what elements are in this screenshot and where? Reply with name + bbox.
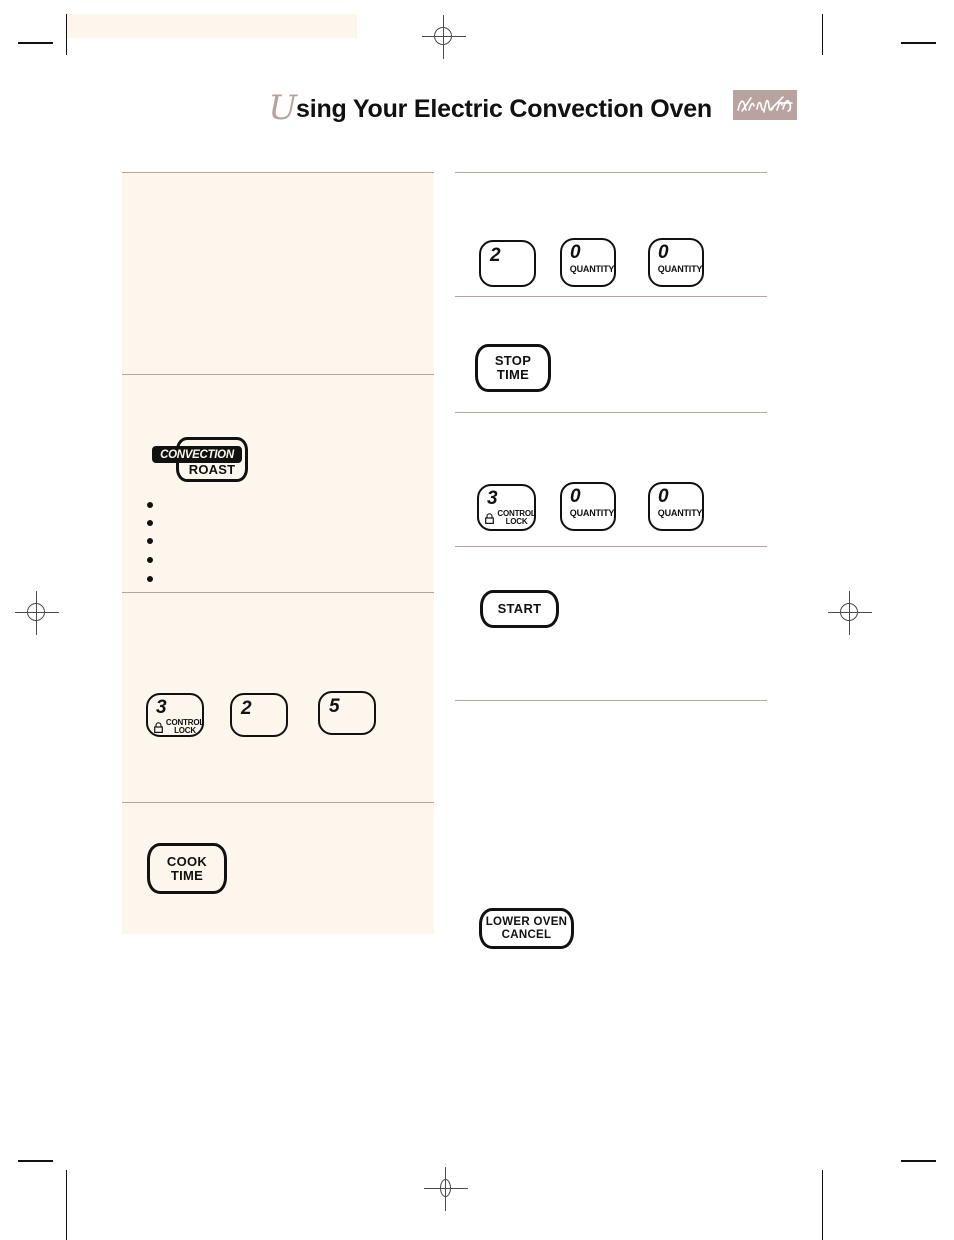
- page-header: Using Your Electric Convection Oven: [0, 88, 954, 134]
- instruction-column-left: CONVECTION ROAST 3 CONTROL LOCK 2 5 COOK…: [122, 172, 434, 934]
- keypad-key-0-quantity[interactable]: 0 QUANTITY: [648, 482, 704, 531]
- section-divider: [455, 172, 767, 173]
- control-lock-line2: LOCK: [505, 517, 528, 527]
- start-label: START: [497, 601, 542, 617]
- cook-time-line1: COOK: [166, 853, 208, 869]
- keypad-key-0-quantity[interactable]: 0 QUANTITY: [560, 238, 616, 287]
- registration-vline: [36, 591, 37, 635]
- keypad-key-2[interactable]: 2: [479, 240, 536, 287]
- page-title-text: sing Your Electric Convection Oven: [296, 95, 712, 123]
- registration-target: [422, 15, 466, 59]
- key-digit: 5: [329, 696, 340, 717]
- lower-oven-cancel-line1: LOWER OVEN: [485, 916, 568, 929]
- stop-time-line1: STOP: [494, 353, 532, 369]
- top-color-strip: [67, 14, 357, 38]
- bullet-marker: [147, 538, 153, 544]
- brand-signature-icon: [733, 90, 797, 120]
- key-digit: 3: [156, 697, 167, 718]
- key-digit: 2: [241, 698, 252, 719]
- section-divider: [455, 412, 767, 413]
- registration-hline: [422, 36, 466, 37]
- registration-target: [15, 591, 59, 635]
- section-divider: [122, 802, 434, 803]
- convection-roast-button[interactable]: CONVECTION ROAST: [152, 437, 248, 482]
- key-digit: 2: [490, 245, 501, 266]
- crop-mark: [822, 14, 823, 55]
- control-lock-line2: LOCK: [174, 726, 196, 736]
- control-lock-text: CONTROL LOCK: [497, 509, 535, 527]
- stop-time-button[interactable]: STOP TIME: [475, 344, 551, 392]
- instruction-column-right: 2 0 QUANTITY 0 QUANTITY STOP TIME 3 CONT…: [455, 172, 767, 949]
- registration-hline: [828, 612, 872, 613]
- lower-oven-cancel-line2: CANCEL: [501, 928, 552, 941]
- key-digit: 0: [658, 486, 669, 507]
- keypad-key-0-quantity[interactable]: 0 QUANTITY: [648, 238, 704, 287]
- crop-mark: [18, 42, 53, 44]
- keypad-key-0-quantity[interactable]: 0 QUANTITY: [560, 482, 616, 531]
- page-title-dropcap: U: [268, 88, 297, 128]
- crop-mark: [901, 42, 936, 44]
- page-title: Using Your Electric Convection Oven: [268, 88, 712, 128]
- key-digit: 0: [570, 242, 581, 263]
- crop-mark: [901, 1160, 936, 1162]
- cook-time-line2: TIME: [170, 867, 204, 883]
- bullet-marker: [147, 520, 153, 526]
- stop-time-line2: TIME: [496, 367, 530, 382]
- key-caption: QUANTITY: [657, 263, 703, 274]
- control-lock-caption: CONTROL LOCK: [485, 509, 536, 527]
- crop-mark: [18, 1160, 53, 1162]
- registration-vline: [849, 591, 850, 635]
- crop-mark: [822, 1170, 823, 1240]
- section-divider: [455, 296, 767, 297]
- convection-roast-label-line1: CONVECTION: [152, 446, 242, 463]
- bullet-marker: [147, 576, 153, 582]
- section-divider: [122, 592, 434, 593]
- convection-roast-label-line2: ROAST: [188, 462, 236, 477]
- key-digit: 3: [487, 488, 498, 509]
- keypad-key-5[interactable]: 5: [318, 691, 376, 735]
- registration-hline: [15, 612, 59, 613]
- section-divider: [122, 172, 434, 173]
- cook-time-button[interactable]: COOK TIME: [147, 843, 227, 894]
- section-divider: [455, 546, 767, 547]
- key-caption: QUANTITY: [657, 507, 703, 518]
- section-divider: [455, 700, 767, 701]
- keypad-key-3-control-lock[interactable]: 3 CONTROL LOCK: [146, 693, 204, 737]
- key-caption: QUANTITY: [569, 263, 615, 274]
- registration-vline: [443, 15, 444, 59]
- control-lock-text: CONTROL LOCK: [166, 718, 204, 736]
- bullet-marker: [147, 557, 153, 563]
- lower-oven-cancel-button[interactable]: LOWER OVEN CANCEL: [479, 908, 574, 949]
- bullet-marker: [147, 502, 153, 508]
- registration-target: [828, 591, 872, 635]
- crop-mark: [66, 1170, 67, 1240]
- key-digit: 0: [570, 486, 581, 507]
- padlock-icon: [154, 722, 163, 733]
- key-caption: QUANTITY: [569, 507, 615, 518]
- registration-vline: [445, 1167, 446, 1211]
- registration-target: [424, 1167, 468, 1211]
- control-lock-caption: CONTROL LOCK: [154, 718, 204, 736]
- registration-hline: [424, 1188, 468, 1189]
- keypad-key-2[interactable]: 2: [230, 693, 288, 737]
- key-digit: 0: [658, 242, 669, 263]
- keypad-key-3-control-lock[interactable]: 3 CONTROL LOCK: [477, 484, 536, 531]
- section-divider: [122, 374, 434, 375]
- start-button[interactable]: START: [480, 590, 559, 628]
- padlock-icon: [485, 513, 495, 524]
